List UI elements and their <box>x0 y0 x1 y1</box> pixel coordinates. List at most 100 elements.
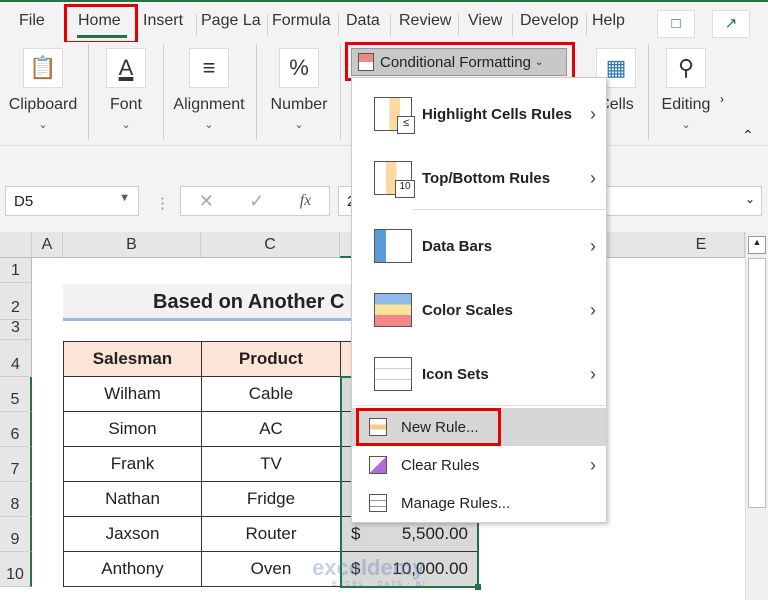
collapse-ribbon-icon[interactable]: ⌃ <box>742 127 754 144</box>
column-header-b[interactable]: B <box>63 232 201 258</box>
menu-manage-rules[interactable]: Manage Rules... <box>352 484 606 522</box>
name-box[interactable]: D5 ▼ <box>5 186 139 216</box>
cell-product[interactable]: AC <box>201 411 341 447</box>
alignment-label: Alignment <box>173 96 245 113</box>
header-salesman[interactable]: Salesman <box>63 341 202 377</box>
tab-data[interactable]: Data <box>346 12 380 30</box>
row-header-8[interactable]: 8 <box>0 482 32 517</box>
font-label: Font <box>109 96 142 113</box>
column-header-c[interactable]: C <box>201 232 340 258</box>
select-all[interactable] <box>0 232 32 258</box>
column-header-a[interactable]: A <box>32 232 63 258</box>
chevron-down-icon: ⌄ <box>121 119 131 131</box>
tab-page-layout[interactable]: Page La <box>201 12 263 30</box>
data-bars-icon <box>374 229 412 263</box>
row-header-3[interactable]: 3 <box>0 319 32 340</box>
name-box-value: D5 <box>14 193 34 210</box>
row-header-10[interactable]: 10 <box>0 552 32 587</box>
cell-salesman[interactable]: Anthony <box>63 551 202 587</box>
chevron-down-icon: ⌄ <box>38 119 48 131</box>
scrollbar-thumb[interactable] <box>748 258 766 508</box>
clipboard-group[interactable]: 📋 Clipboard ⌄ <box>4 42 82 131</box>
chevron-down-icon: ⌄ <box>294 119 304 131</box>
row-header-9[interactable]: 9 <box>0 517 32 552</box>
watermark-logo: exceldemy EXCEL · DATA · BI <box>312 555 427 588</box>
row-header-4[interactable]: 4 <box>0 340 32 377</box>
cancel-icon[interactable]: ✕ <box>199 191 214 212</box>
cell-product[interactable]: Fridge <box>201 481 341 517</box>
conditional-formatting-menu: ≤ Highlight Cells Rules › 10 Top/Bottom R… <box>351 77 607 523</box>
chevron-right-icon: › <box>590 363 596 384</box>
fill-handle[interactable] <box>475 584 481 590</box>
chevron-right-icon: › <box>590 103 596 124</box>
cell-salesman[interactable]: Nathan <box>63 481 202 517</box>
enter-icon[interactable]: ✓ <box>249 191 264 212</box>
new-rule-highlight-box <box>356 408 501 446</box>
cell-product[interactable]: TV <box>201 446 341 482</box>
cell-salesman[interactable]: Simon <box>63 411 202 447</box>
highlight-cells-icon: ≤ <box>374 97 415 134</box>
cell-product[interactable]: Cable <box>201 376 341 412</box>
icon-sets-icon <box>374 357 412 391</box>
number-label: Number <box>270 96 328 113</box>
tab-view[interactable]: View <box>468 12 502 30</box>
vertical-scrollbar[interactable]: ▲ <box>745 232 768 600</box>
tab-file[interactable]: File <box>19 12 45 30</box>
search-icon: ⚲ <box>666 48 706 88</box>
cell-product[interactable]: Router <box>201 516 341 552</box>
editing-label: Editing <box>661 96 711 113</box>
chevron-right-icon: › <box>590 167 596 188</box>
align-icon: ≡ <box>189 48 229 88</box>
menu-clear-rules[interactable]: Clear Rules › <box>352 446 606 484</box>
tab-help[interactable]: Help <box>592 12 625 30</box>
row-header-7[interactable]: 7 <box>0 447 32 482</box>
cf-highlight-box <box>345 42 575 81</box>
menu-color-scales[interactable]: Color Scales › <box>352 288 606 332</box>
expand-formula-icon[interactable]: ⌄ <box>745 192 755 206</box>
manage-rules-icon <box>369 494 387 512</box>
cell-salesman[interactable]: Frank <box>63 446 202 482</box>
clipboard-label: Clipboard <box>8 96 78 113</box>
font-group[interactable]: A Font ⌄ <box>96 42 156 131</box>
tab-insert[interactable]: Insert <box>143 12 183 30</box>
share-icon[interactable]: ↗ <box>712 10 750 38</box>
insert-function-icon[interactable]: fx <box>300 192 312 210</box>
formula-buttons: ✕ ✓ fx <box>180 186 330 216</box>
cell-salesman[interactable]: Wilham <box>63 376 202 412</box>
scroll-up-icon[interactable]: ▲ <box>748 236 766 254</box>
header-product[interactable]: Product <box>201 341 341 377</box>
clipboard-icon: 📋 <box>23 48 63 88</box>
cell-salesman[interactable]: Jaxson <box>63 516 202 552</box>
chevron-right-icon: › <box>590 454 596 475</box>
row-header-2[interactable]: 2 <box>0 283 32 320</box>
percent-icon: % <box>279 48 319 88</box>
chevron-down-icon: ⌄ <box>204 119 214 131</box>
chevron-down-icon: ⌄ <box>681 119 691 131</box>
tab-formulas[interactable]: Formula <box>272 12 334 30</box>
sheet-title: Based on Another C <box>63 284 363 321</box>
editing-group[interactable]: ⚲ Editing ⌄ <box>656 42 716 131</box>
menu-top-bottom-rules[interactable]: 10 Top/Bottom Rules › <box>352 156 606 200</box>
comments-icon[interactable]: □ <box>657 10 695 38</box>
tab-review[interactable]: Review <box>399 12 451 30</box>
menu-icon-sets[interactable]: Icon Sets › <box>352 352 606 396</box>
dropdown-icon[interactable]: ▼ <box>119 192 130 204</box>
row-header-6[interactable]: 6 <box>0 412 32 447</box>
tab-developer[interactable]: Develop <box>520 12 582 30</box>
chevron-right-icon: › <box>590 235 596 256</box>
font-color-icon: A <box>106 48 146 88</box>
color-scales-icon <box>374 293 412 327</box>
ribbon-scroll-right-icon[interactable]: › <box>720 92 724 106</box>
more-icon: ⋮ <box>155 195 170 212</box>
ribbon-tabs: File Home Insert Page La Formula Data Re… <box>0 0 768 44</box>
row-header-1[interactable]: 1 <box>0 258 32 283</box>
chevron-right-icon: › <box>590 299 596 320</box>
alignment-group[interactable]: ≡ Alignment ⌄ <box>168 42 250 131</box>
menu-data-bars[interactable]: Data Bars › <box>352 224 606 268</box>
row-header-5[interactable]: 5 <box>0 377 32 412</box>
menu-highlight-cells-rules[interactable]: ≤ Highlight Cells Rules › <box>352 92 606 136</box>
clear-rules-icon <box>369 456 387 474</box>
top-bottom-icon: 10 <box>374 161 415 198</box>
number-group[interactable]: % Number ⌄ <box>264 42 334 131</box>
home-highlight-box <box>64 4 138 44</box>
